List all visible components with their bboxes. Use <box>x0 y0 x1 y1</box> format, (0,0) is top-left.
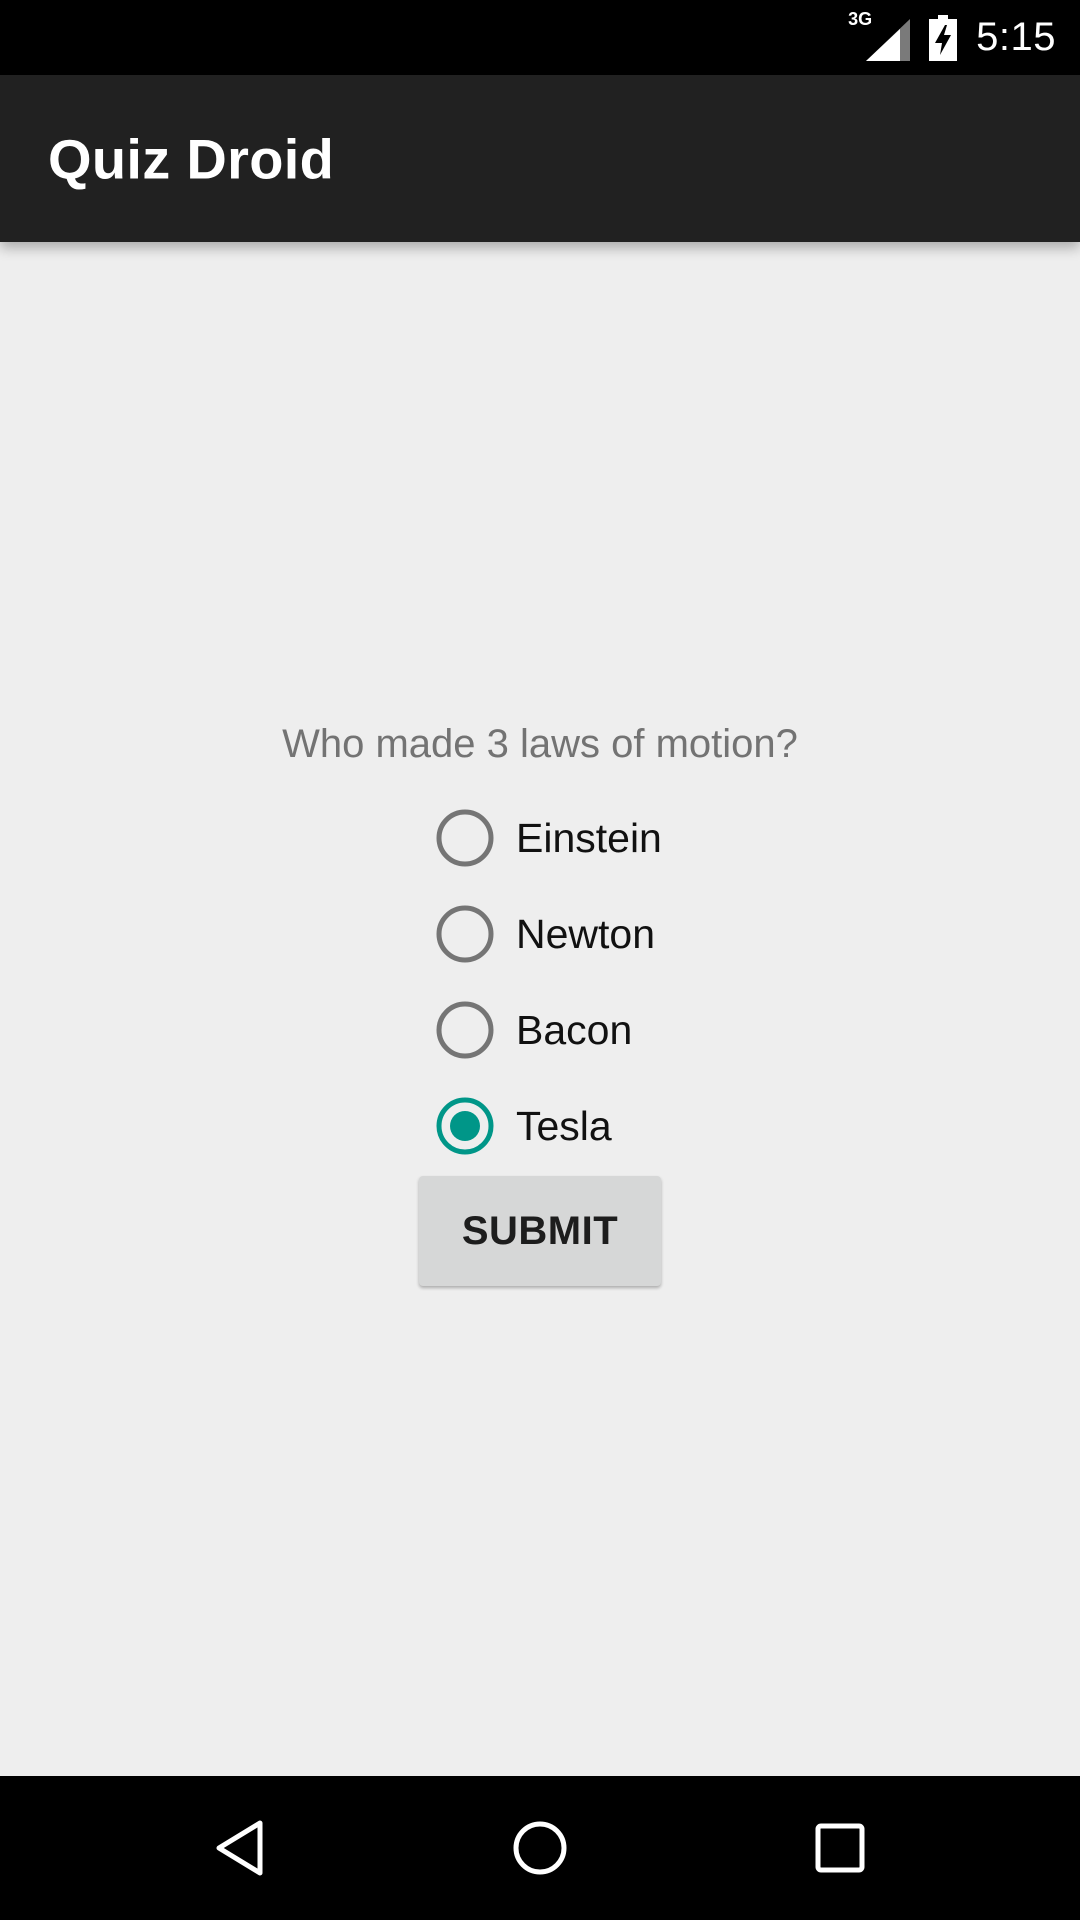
navigation-bar <box>0 1776 1080 1920</box>
option-label: Tesla <box>516 1102 612 1149</box>
option-newton[interactable]: Newton <box>434 886 834 982</box>
battery-charging-icon <box>929 14 958 61</box>
quiz-content: Who made 3 laws of motion? Einstein Newt… <box>0 242 1080 1776</box>
cellular-signal-icon: 3G <box>848 9 911 61</box>
option-label: Einstein <box>516 814 662 861</box>
back-button[interactable] <box>180 1776 300 1920</box>
app-bar: Quiz Droid <box>0 75 1080 242</box>
radio-unchecked-icon[interactable] <box>434 999 496 1061</box>
recents-button[interactable] <box>780 1776 900 1920</box>
question-text: Who made 3 laws of motion? <box>282 722 798 766</box>
submit-button[interactable]: SUBMIT <box>419 1176 661 1286</box>
radio-unchecked-icon[interactable] <box>434 807 496 869</box>
option-bacon[interactable]: Bacon <box>434 982 834 1078</box>
back-icon <box>216 1820 263 1876</box>
signal-strength-icon <box>866 18 911 61</box>
option-label: Bacon <box>516 1006 633 1053</box>
status-clock: 5:15 <box>976 15 1056 59</box>
answer-radio-group: Einstein Newton Bacon Tesla <box>434 790 834 1174</box>
option-tesla[interactable]: Tesla <box>434 1078 834 1174</box>
radio-unchecked-icon[interactable] <box>434 903 496 965</box>
status-bar: 3G 5:15 <box>0 0 1080 75</box>
option-label: Newton <box>516 910 656 957</box>
app-title: Quiz Droid <box>48 127 335 190</box>
option-einstein[interactable]: Einstein <box>434 790 834 886</box>
status-icons: 3G 5:15 <box>848 0 1056 75</box>
home-icon <box>513 1821 567 1875</box>
recents-icon <box>815 1823 865 1873</box>
radio-checked-icon[interactable] <box>434 1095 496 1157</box>
home-button[interactable] <box>480 1776 600 1920</box>
